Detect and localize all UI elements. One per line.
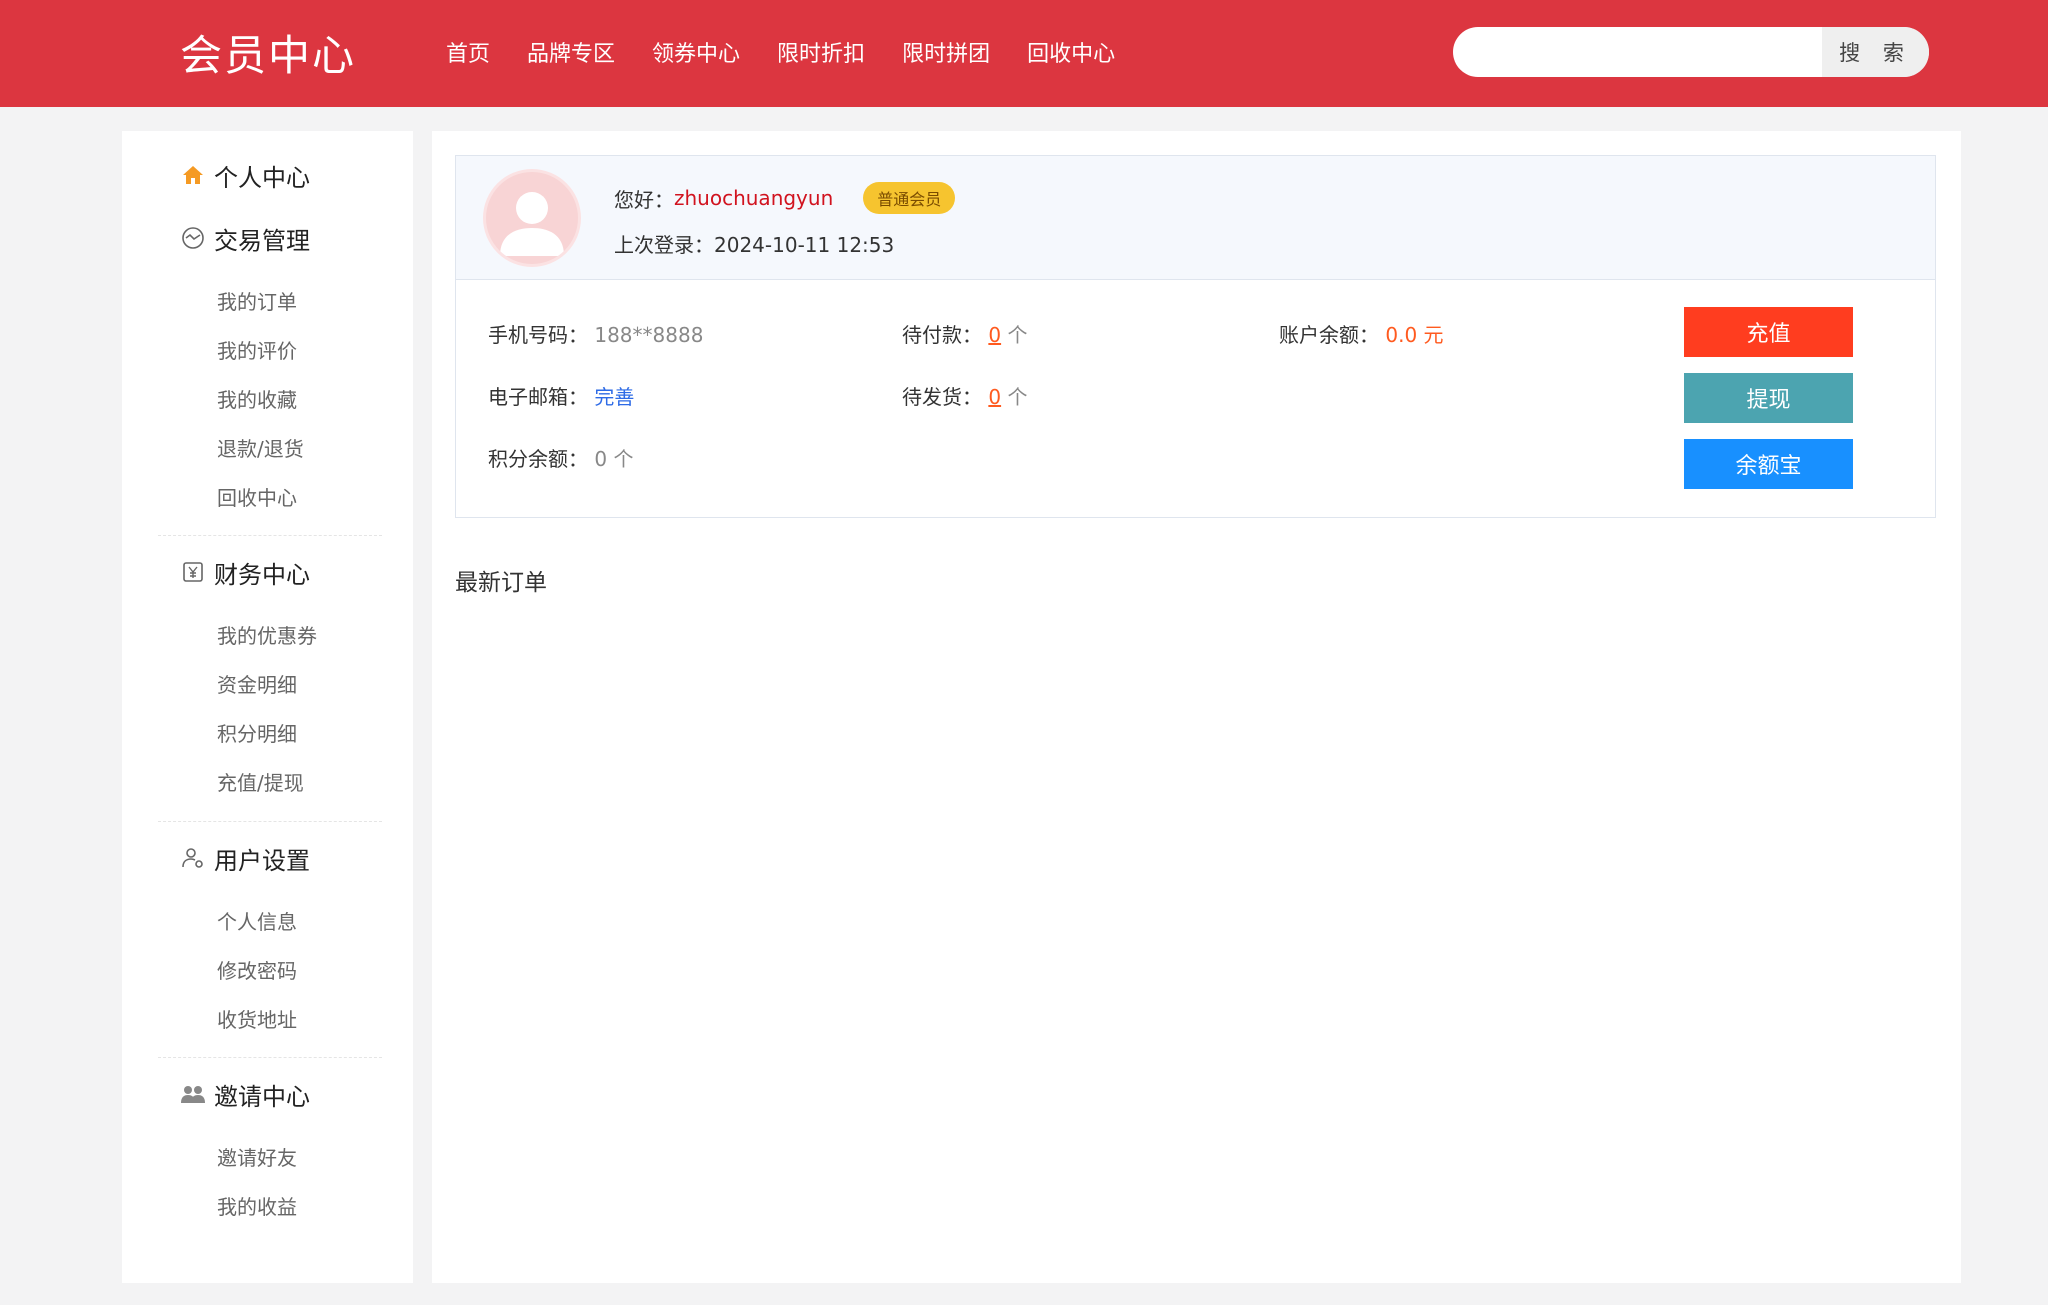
complete-email-link[interactable]: 完善 [594, 385, 634, 409]
yuebao-button[interactable]: 余额宝 [1684, 439, 1853, 489]
site-logo[interactable]: 会员中心 [180, 22, 356, 83]
phone-value: 188**8888 [594, 323, 704, 347]
sidebar-group-label: 用户设置 [214, 846, 310, 875]
sidebar-divider [158, 821, 382, 822]
avatar[interactable] [486, 172, 578, 264]
phone-label: 手机号码： [488, 323, 588, 347]
sidebar-group-user-settings[interactable]: 用户设置 [180, 841, 310, 875]
member-level-badge: 普通会员 [863, 182, 956, 214]
nav-coupons[interactable]: 领券中心 [652, 36, 740, 68]
sidebar-item-invite-friends[interactable]: 邀请好友 [217, 1142, 297, 1171]
trade-icon [180, 225, 206, 251]
balance-value: 0.0 元 [1385, 323, 1444, 347]
sidebar-group-personal[interactable]: 个人中心 [180, 158, 310, 192]
sidebar-item-coupons[interactable]: 我的优惠券 [217, 620, 317, 649]
sidebar-item-fund-details[interactable]: 资金明细 [217, 669, 297, 698]
main-panel: 您好： zhuochuangyun 普通会员 上次登录：2024-10-11 1… [432, 131, 1961, 1283]
last-login: 上次登录：2024-10-11 12:53 [614, 229, 894, 258]
nav-brands[interactable]: 品牌专区 [527, 36, 615, 68]
points-label: 积分余额： [488, 447, 588, 471]
withdraw-button[interactable]: 提现 [1684, 373, 1853, 423]
points-info: 积分余额： 0 个 [488, 443, 633, 472]
pending-shipment-count[interactable]: 0 [988, 385, 1001, 409]
top-bar: 会员中心 首页 品牌专区 领券中心 限时折扣 限时拼团 回收中心 搜 索 [0, 0, 2048, 107]
sidebar-group-invite[interactable]: 邀请中心 [180, 1077, 310, 1111]
nav-recycle[interactable]: 回收中心 [1027, 36, 1115, 68]
pending-payment-label: 待付款： [902, 323, 982, 347]
sidebar-group-label: 邀请中心 [214, 1082, 310, 1111]
balance-info: 账户余额： 0.0 元 [1279, 319, 1444, 348]
sidebar-item-refunds[interactable]: 退款/退货 [217, 433, 304, 462]
main-nav: 首页 品牌专区 领券中心 限时折扣 限时拼团 回收中心 [446, 36, 1152, 68]
sidebar-item-my-reviews[interactable]: 我的评价 [217, 335, 297, 364]
sidebar-group-label: 交易管理 [214, 226, 310, 255]
nav-home[interactable]: 首页 [446, 36, 490, 68]
sidebar-item-points-details[interactable]: 积分明细 [217, 718, 297, 747]
greeting-label: 您好： [614, 187, 674, 212]
unit: 个 [1007, 323, 1028, 347]
sidebar-item-my-orders[interactable]: 我的订单 [217, 286, 297, 315]
nav-discount[interactable]: 限时折扣 [777, 36, 865, 68]
sidebar-item-recharge-withdraw[interactable]: 充值/提现 [217, 767, 304, 796]
unit: 个 [1007, 385, 1028, 409]
pending-payment-info: 待付款： 0 个 [902, 319, 1027, 348]
sidebar-group-trade[interactable]: 交易管理 [180, 221, 310, 255]
sidebar-divider [158, 1057, 382, 1058]
home-icon [180, 162, 206, 188]
account-summary-card: 您好： zhuochuangyun 普通会员 上次登录：2024-10-11 1… [455, 155, 1936, 518]
sidebar-group-label: 个人中心 [214, 163, 310, 192]
nav-group-buy[interactable]: 限时拼团 [902, 36, 990, 68]
invite-icon [180, 1081, 206, 1107]
points-value: 0 个 [594, 447, 634, 471]
phone-info: 手机号码： 188**8888 [488, 319, 703, 348]
sidebar-item-favorites[interactable]: 我的收藏 [217, 384, 297, 413]
last-login-time: 2024-10-11 12:53 [714, 233, 895, 257]
email-label: 电子邮箱： [488, 385, 588, 409]
profile-header: 您好： zhuochuangyun 普通会员 上次登录：2024-10-11 1… [456, 156, 1935, 280]
username: zhuochuangyun [674, 186, 834, 210]
user-settings-icon [180, 845, 206, 871]
recharge-button[interactable]: 充值 [1684, 307, 1853, 357]
sidebar-divider [158, 535, 382, 536]
sidebar-group-label: 财务中心 [214, 560, 310, 589]
pending-payment-count[interactable]: 0 [988, 323, 1001, 347]
latest-orders-title: 最新订单 [455, 570, 547, 596]
sidebar-group-finance[interactable]: 财务中心 [180, 555, 310, 589]
sidebar-item-recycle[interactable]: 回收中心 [217, 482, 297, 511]
email-info: 电子邮箱： 完善 [488, 381, 634, 410]
search-button[interactable]: 搜 索 [1822, 27, 1929, 77]
search-bar: 搜 索 [1453, 27, 1929, 77]
sidebar-item-address[interactable]: 收货地址 [217, 1004, 297, 1033]
greeting: 您好： zhuochuangyun 普通会员 [614, 182, 956, 214]
search-input[interactable] [1453, 27, 1822, 77]
last-login-label: 上次登录： [614, 233, 714, 257]
sidebar: 个人中心 交易管理 我的订单 我的评价 我的收藏 退款/退货 回收中心 财务中心… [122, 131, 413, 1283]
sidebar-item-my-earnings[interactable]: 我的收益 [217, 1191, 297, 1220]
finance-icon [180, 559, 206, 585]
pending-shipment-info: 待发货： 0 个 [902, 381, 1027, 410]
sidebar-item-profile[interactable]: 个人信息 [217, 906, 297, 935]
pending-shipment-label: 待发货： [902, 385, 982, 409]
balance-label: 账户余额： [1279, 323, 1379, 347]
sidebar-item-change-password[interactable]: 修改密码 [217, 955, 297, 984]
